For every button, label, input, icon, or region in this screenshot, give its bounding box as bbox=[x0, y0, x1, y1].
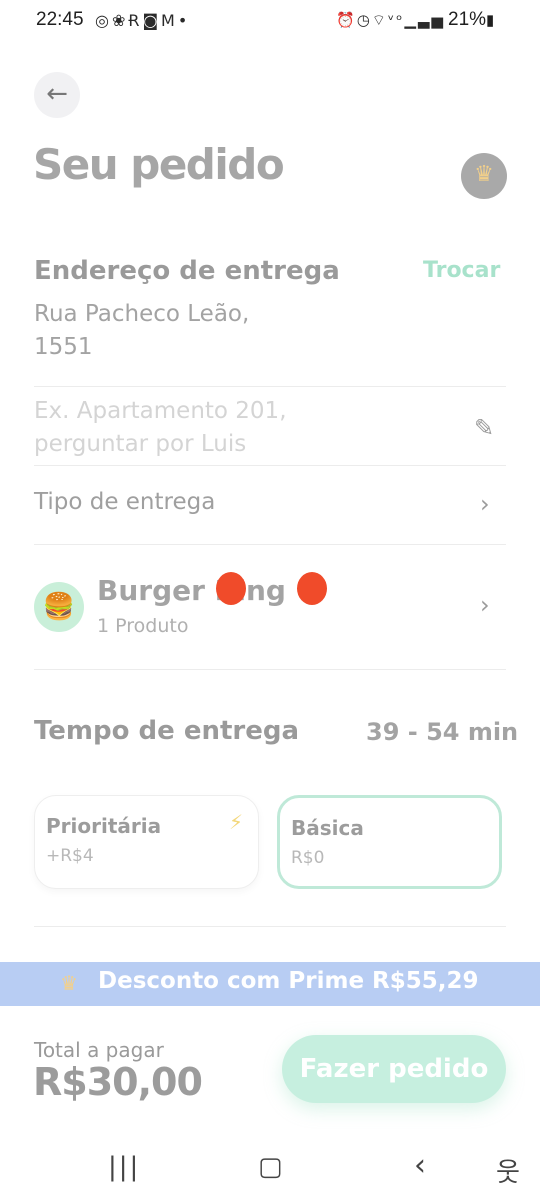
store-name: Burger King bbox=[97, 574, 286, 607]
back-nav-icon[interactable]: ‹ bbox=[414, 1148, 426, 1183]
clock-icon: ◷ bbox=[356, 11, 372, 29]
dot-icon: • bbox=[177, 11, 191, 30]
delivery-time-title: Tempo de entrega bbox=[34, 716, 300, 746]
prime-discount-banner[interactable]: ♛ Desconto com Prime R$55,29 bbox=[0, 962, 540, 1006]
burger-icon: 🍔 bbox=[34, 582, 84, 632]
accessibility-icon[interactable]: 웃 bbox=[496, 1152, 520, 1189]
system-icons: ⏰◷⌔ᵛᵒ▁▃▅ bbox=[336, 11, 445, 30]
address-text: Rua Pacheco Leão, 1551 bbox=[34, 298, 334, 364]
chevron-right-icon: › bbox=[480, 591, 490, 619]
total-value: R$30,00 bbox=[33, 1060, 203, 1104]
delivery-time-range: 39 - 54 min bbox=[366, 718, 519, 746]
pencil-icon[interactable]: ✎ bbox=[474, 414, 494, 442]
whatsapp-icon: ◎ bbox=[95, 11, 112, 30]
option-name: Básica bbox=[291, 816, 364, 840]
option-name: Prioritária bbox=[46, 814, 162, 838]
chevron-right-icon: › bbox=[480, 490, 490, 518]
status-time: 22:45 bbox=[36, 9, 84, 30]
recent-apps-icon[interactable]: ||| bbox=[108, 1152, 140, 1182]
touch-marker bbox=[297, 572, 327, 605]
store-product-count: 1 Produto bbox=[97, 615, 189, 637]
divider bbox=[34, 926, 506, 927]
alarm-icon: ⏰ bbox=[336, 11, 357, 29]
arrow-left-icon: ← bbox=[46, 79, 68, 109]
total-label: Total a pagar bbox=[34, 1038, 164, 1062]
battery-icon: ▮ bbox=[486, 12, 495, 29]
prime-crown-button[interactable]: ♛ bbox=[461, 153, 507, 199]
prime-discount-text: Desconto com Prime R$55,29 bbox=[98, 968, 479, 994]
option-price: +R$4 bbox=[46, 846, 94, 866]
option-price: R$0 bbox=[291, 848, 325, 868]
signal-icon: ▁▃▅ bbox=[404, 11, 445, 29]
delivery-option-priority[interactable]: Prioritária +R$4 ⚡ bbox=[34, 795, 259, 889]
home-icon[interactable]: ▢ bbox=[258, 1152, 283, 1182]
back-button[interactable]: ← bbox=[34, 72, 80, 118]
change-address-link[interactable]: Trocar bbox=[423, 258, 500, 283]
crown-icon: ♛ bbox=[60, 971, 78, 995]
divider bbox=[34, 386, 506, 387]
lightning-icon: ⚡ bbox=[229, 810, 244, 834]
address-complement-field[interactable]: Ex. Apartamento 201, perguntar por Luis bbox=[34, 395, 364, 461]
crown-icon: ♛ bbox=[474, 162, 494, 187]
address-street: Rua Pacheco Leão, bbox=[34, 301, 250, 327]
notification-icons: ◎❀Ɍ◙M• bbox=[95, 11, 190, 30]
delivery-type-row[interactable]: Tipo de entrega › bbox=[34, 466, 506, 544]
address-section-title: Endereço de entrega bbox=[34, 256, 340, 286]
system-navigation-bar: ||| ▢ ‹ 웃 bbox=[0, 1132, 540, 1200]
page-title: Seu pedido bbox=[33, 140, 285, 189]
volte-icon: ᵛᵒ bbox=[387, 11, 405, 29]
store-row[interactable]: › bbox=[34, 545, 506, 669]
touch-marker bbox=[216, 572, 246, 605]
delivery-option-basic[interactable]: Básica R$0 bbox=[277, 795, 502, 889]
r-app-icon: Ɍ bbox=[128, 11, 143, 30]
instagram-icon: ◙ bbox=[142, 11, 162, 30]
place-order-button[interactable]: Fazer pedido bbox=[282, 1035, 506, 1103]
address-number: 1551 bbox=[34, 334, 93, 360]
ribbon-icon: ❀ bbox=[111, 11, 129, 30]
battery-level: 21%▮ bbox=[448, 9, 495, 30]
divider bbox=[34, 669, 506, 670]
delivery-type-label: Tipo de entrega bbox=[34, 489, 216, 515]
gmail-icon: M bbox=[161, 11, 178, 30]
wifi-icon: ⌔ bbox=[371, 11, 388, 29]
status-bar: 22:45 ◎❀Ɍ◙M• ⏰◷⌔ᵛᵒ▁▃▅ 21%▮ bbox=[0, 0, 540, 44]
